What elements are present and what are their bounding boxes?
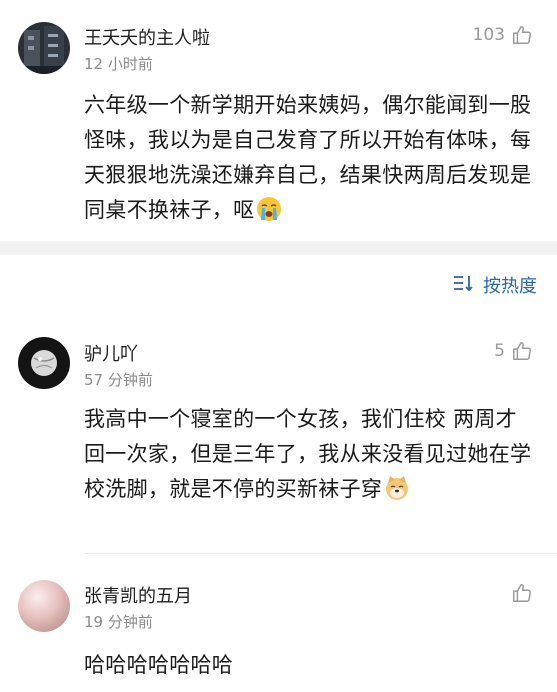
timestamp: 12 小时前 <box>84 55 153 73</box>
sort-by-hot-button[interactable]: 按热度 <box>453 272 537 298</box>
comment-2: 驴儿吖 57 分钟前 5 我高中一个寝室的一个女孩，我们住校 两周才回一次家，但… <box>0 320 557 550</box>
timestamp: 19 分钟前 <box>84 613 153 631</box>
sort-label: 按热度 <box>483 276 537 297</box>
sort-icon <box>453 274 475 297</box>
thumbs-up-icon <box>511 582 533 604</box>
timestamp: 57 分钟前 <box>84 371 153 389</box>
username[interactable]: 张青凯的五月 <box>84 582 192 608</box>
like-button[interactable]: 5 <box>494 340 533 362</box>
comment-1: 王夭夭的主人啦 12 小时前 103 六年级一个新学期开始来姨妈，偶尔能闻到一股… <box>0 0 557 241</box>
avatar[interactable] <box>18 337 70 389</box>
thumbs-up-icon <box>511 24 533 46</box>
like-count: 103 <box>472 25 505 45</box>
avatar[interactable] <box>18 580 70 632</box>
doge-icon <box>384 475 410 512</box>
username[interactable]: 驴儿吖 <box>84 340 138 366</box>
like-button[interactable]: 103 <box>473 24 533 46</box>
comment-text-content: 我高中一个寝室的一个女孩，我们住校 两周才回一次家，但是三年了，我从来没看见过她… <box>84 407 532 501</box>
comment-text: 哈哈哈哈哈哈哈 <box>84 648 536 683</box>
thumbs-up-icon <box>511 340 533 362</box>
like-count: 5 <box>494 341 505 361</box>
comment-text-content: 六年级一个新学期开始来姨妈，偶尔能闻到一股怪味，我以为是自己发育了所以开始有体味… <box>84 93 532 222</box>
comment-text-content: 哈哈哈哈哈哈哈 <box>84 653 234 677</box>
like-button[interactable] <box>505 582 533 604</box>
username[interactable]: 王夭夭的主人啦 <box>84 24 210 50</box>
avatar[interactable] <box>18 22 70 74</box>
comment-text: 六年级一个新学期开始来姨妈，偶尔能闻到一股怪味，我以为是自己发育了所以开始有体味… <box>84 88 536 233</box>
comment-text: 我高中一个寝室的一个女孩，我们住校 两周才回一次家，但是三年了，我从来没看见过她… <box>84 402 536 512</box>
comment-3: 张青凯的五月 19 分钟前 哈哈哈哈哈哈哈 <box>0 554 557 692</box>
section-divider <box>0 241 557 255</box>
crying-face-icon <box>256 196 282 233</box>
